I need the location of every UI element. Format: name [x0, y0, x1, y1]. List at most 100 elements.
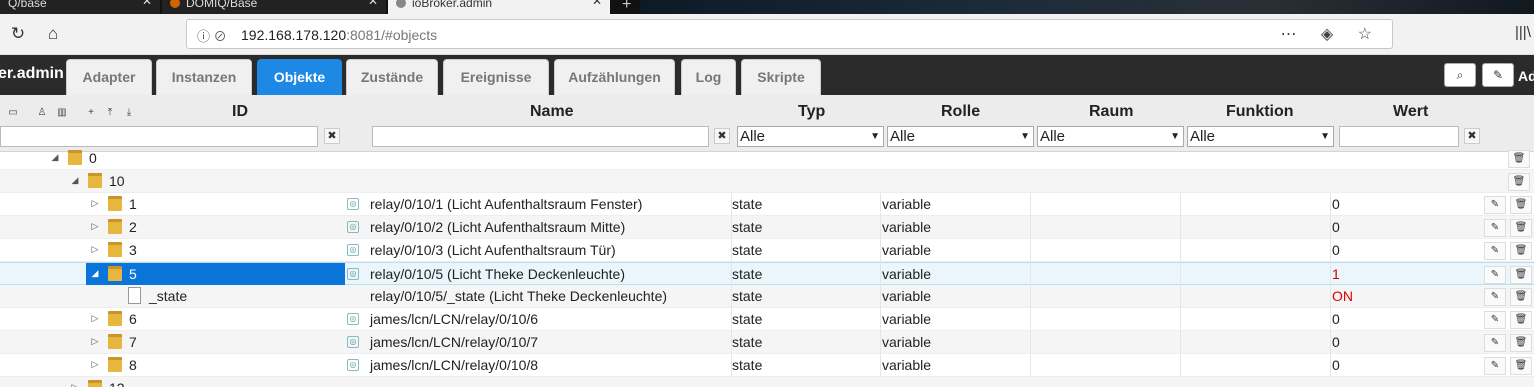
tab-adapter[interactable]: Adapter [66, 59, 152, 95]
row-role: variable [882, 266, 932, 282]
column-funktion[interactable]: Funktion [1226, 103, 1294, 121]
tab-aufzaehlungen[interactable]: Aufzählungen [554, 59, 675, 95]
site-info-icon[interactable]: ⓘ ⊘ [197, 26, 227, 45]
name-filter-input[interactable] [372, 126, 709, 147]
close-icon[interactable]: ✕ [142, 0, 152, 7]
table-row[interactable]: _state relay/0/10/5/_state (Licht Theke … [0, 285, 1534, 308]
delete-icon[interactable]: 🗑 [1510, 357, 1532, 375]
upload-icon[interactable]: ⤒ [103, 106, 117, 120]
funktion-filter-select[interactable]: Alle ▼ [1187, 126, 1334, 147]
table-row-selected[interactable]: ◢ 5 ◎ relay/0/10/5 (Licht Theke Deckenle… [0, 262, 1534, 286]
person-icon[interactable]: ♙ [35, 106, 49, 120]
browser-tab-3[interactable]: ioBroker.admin ✕ [388, 0, 610, 14]
table-row[interactable]: ◢ 10 🗑 [0, 170, 1534, 193]
delete-icon[interactable]: 🗑 [1510, 311, 1532, 329]
delete-icon[interactable]: 🗑 [1510, 196, 1532, 214]
column-raum[interactable]: Raum [1089, 103, 1133, 121]
row-value: 0 [1332, 196, 1340, 212]
row-value: 0 [1332, 311, 1340, 327]
expand-icon[interactable]: ▷ [90, 313, 100, 324]
column-rolle[interactable]: Rolle [941, 103, 980, 121]
tab-skripte[interactable]: Skripte [741, 59, 821, 95]
browser-tab-1[interactable]: Q/base ✕ [0, 0, 160, 14]
download-icon[interactable]: ⤓ [122, 106, 136, 120]
tab-bar-background [640, 0, 1534, 14]
table-row[interactable]: ▷ 6 ◎ james/lcn/LCN/relay/0/10/6 state v… [0, 308, 1534, 331]
column-divider [880, 193, 881, 377]
table-row[interactable]: ▷ 7 ◎ james/lcn/LCN/relay/0/10/7 state v… [0, 331, 1534, 354]
expand-icon[interactable]: ▷ [90, 221, 100, 232]
tab-objekte[interactable]: Objekte [257, 59, 342, 95]
column-divider [1030, 193, 1031, 377]
edit-icon[interactable]: ✎ [1484, 242, 1506, 260]
raum-filter-select[interactable]: Alle ▼ [1037, 126, 1184, 147]
folder-open-icon[interactable]: ▭ [6, 106, 20, 120]
row-type: state [732, 266, 763, 282]
page-actions-icon[interactable]: ⋯ ◈ ☆ [1280, 24, 1382, 44]
edit-icon[interactable]: ✎ [1484, 288, 1506, 306]
reload-icon[interactable]: ↻ [8, 24, 28, 44]
id-filter-input[interactable] [0, 126, 318, 147]
collapse-icon[interactable]: ◢ [70, 175, 80, 186]
tab-label: ioBroker.admin [412, 0, 493, 10]
tab-instanzen[interactable]: Instanzen [156, 59, 252, 95]
tab-zustaende[interactable]: Zustände [346, 59, 438, 95]
column-name[interactable]: Name [530, 103, 574, 121]
collapse-icon[interactable]: ◢ [90, 268, 100, 279]
column-typ[interactable]: Typ [798, 103, 825, 121]
search-icon[interactable]: ⌕ [1444, 63, 1476, 87]
column-wert[interactable]: Wert [1393, 103, 1428, 121]
edit-icon[interactable]: ✎ [1484, 266, 1506, 284]
expand-icon[interactable]: ▷ [70, 382, 80, 387]
table-header: ▭ ♙ ▥ + ⤒ ⤓ ID Name Typ Rolle Raum Funkt… [0, 95, 1534, 152]
object-tree: ◢ 0 🗑 ◢ 10 🗑 ▷ 1 ◎ relay/0/10/1 (Licht A… [0, 147, 1534, 387]
add-icon[interactable]: + [84, 106, 98, 120]
clear-wert-filter-icon[interactable]: ✖ [1464, 128, 1480, 144]
edit-icon[interactable]: ✎ [1484, 334, 1506, 352]
expand-icon[interactable]: ▷ [90, 359, 100, 370]
table-row[interactable]: ◢ 0 🗑 [0, 147, 1534, 170]
close-icon[interactable]: ✕ [368, 0, 378, 7]
expand-icon[interactable]: ▷ [90, 336, 100, 347]
expand-icon[interactable]: ▷ [90, 198, 100, 209]
typ-filter-select[interactable]: Alle ▼ [737, 126, 884, 147]
selected-id-cell[interactable] [86, 263, 345, 286]
library-icon[interactable]: |||\ [1515, 24, 1531, 41]
clear-id-filter-icon[interactable]: ✖ [324, 128, 340, 144]
collapse-icon[interactable]: ◢ [50, 152, 60, 163]
table-row[interactable]: ▷ 3 ◎ relay/0/10/3 (Licht Aufenthaltsrau… [0, 239, 1534, 262]
close-icon[interactable]: ✕ [592, 0, 602, 7]
edit-icon[interactable]: ✎ [1484, 311, 1506, 329]
delete-icon[interactable]: 🗑 [1508, 173, 1530, 191]
delete-icon[interactable]: 🗑 [1508, 150, 1530, 168]
table-row[interactable]: ▷ 2 ◎ relay/0/10/2 (Licht Aufenthaltsrau… [0, 216, 1534, 239]
table-row[interactable]: ▷ 1 ◎ relay/0/10/1 (Licht Aufenthaltsrau… [0, 193, 1534, 216]
tab-ereignisse[interactable]: Ereignisse [443, 59, 549, 95]
expand-icon[interactable]: ▷ [90, 244, 100, 255]
rolle-filter-select[interactable]: Alle ▼ [887, 126, 1034, 147]
table-row[interactable]: ▷ 8 ◎ james/lcn/LCN/relay/0/10/8 state v… [0, 354, 1534, 377]
delete-icon[interactable]: 🗑 [1510, 334, 1532, 352]
column-id[interactable]: ID [232, 103, 248, 121]
row-value: 1 [1332, 266, 1340, 282]
edit-icon[interactable]: ✎ [1484, 219, 1506, 237]
url-bar[interactable]: ⓘ ⊘ 192.168.178.120:8081/#objects ⋯ ◈ ☆ [186, 19, 1393, 49]
edit-icon[interactable]: ✎ [1482, 63, 1514, 87]
browser-tab-2[interactable]: DOMIQ/Base ✕ [162, 0, 386, 14]
clear-name-filter-icon[interactable]: ✖ [714, 128, 730, 144]
new-tab-icon[interactable]: + [622, 0, 631, 14]
delete-icon[interactable]: 🗑 [1510, 266, 1532, 284]
delete-icon[interactable]: 🗑 [1510, 219, 1532, 237]
wert-filter-input[interactable] [1339, 126, 1459, 147]
edit-icon[interactable]: ✎ [1484, 357, 1506, 375]
delete-icon[interactable]: 🗑 [1510, 288, 1532, 306]
folder-icon [108, 311, 122, 326]
home-icon[interactable]: ⌂ [43, 24, 63, 44]
gear-icon [396, 0, 406, 8]
edit-icon[interactable]: ✎ [1484, 196, 1506, 214]
tab-log[interactable]: Log [681, 59, 736, 95]
folder-icon [108, 219, 122, 234]
table-row[interactable]: ▷ 12 [0, 377, 1534, 387]
delete-icon[interactable]: 🗑 [1510, 242, 1532, 260]
columns-icon[interactable]: ▥ [55, 106, 69, 120]
